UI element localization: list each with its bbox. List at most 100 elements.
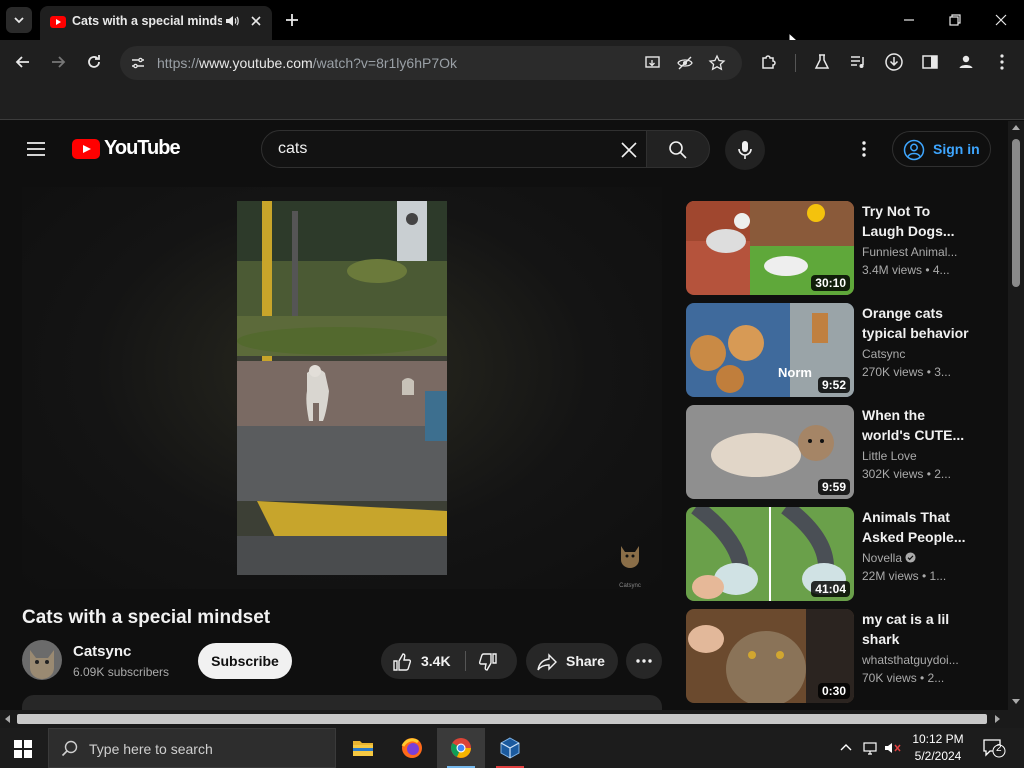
clear-search-icon[interactable] — [619, 140, 639, 160]
video-frame[interactable] — [237, 201, 447, 575]
download-icon[interactable] — [884, 52, 904, 72]
chevron-down-icon — [14, 17, 24, 24]
browser-toolbar: https://www.youtube.com/watch?v=8r1ly6hP… — [0, 40, 1024, 86]
youtube-favicon-icon — [50, 16, 66, 28]
hamburger-menu-icon[interactable] — [26, 140, 46, 158]
like-button[interactable]: 3.4K — [381, 643, 465, 679]
recommendation-meta: 3.4M views • 4... — [862, 263, 950, 277]
recommendation-thumbnail[interactable]: 9:59 — [686, 405, 854, 499]
recommendation-title[interactable]: When the world's CUTE... — [862, 405, 972, 445]
video-title: Cats with a special mindset — [22, 607, 271, 628]
dislike-button[interactable] — [466, 643, 517, 679]
toolbar-divider — [795, 54, 796, 72]
media-controls-icon[interactable] — [848, 52, 868, 72]
chrome-button[interactable] — [437, 728, 485, 768]
recommendation-channel[interactable]: Funniest Animal... — [862, 245, 972, 259]
channel-watermark[interactable]: Catsync — [617, 542, 643, 589]
windows-start-icon[interactable] — [14, 740, 32, 758]
youtube-logo[interactable]: YouTube — [72, 137, 181, 160]
vertical-scrollbar[interactable] — [1008, 121, 1024, 710]
recommendation-item[interactable]: Norm 9:52 Orange cats typical behavior C… — [686, 303, 986, 399]
close-tab-icon[interactable] — [248, 13, 264, 29]
voice-search-button[interactable] — [725, 130, 765, 170]
recommendation-item[interactable]: 30:10 Try Not To Laugh Dogs... Funniest … — [686, 201, 986, 297]
recommendation-channel[interactable]: Little Love — [862, 449, 972, 463]
recommendation-channel[interactable]: whatsthatguydoi... — [862, 653, 972, 667]
more-actions-button[interactable] — [626, 643, 662, 679]
video-duration: 0:30 — [817, 683, 850, 699]
video-player[interactable]: Catsync — [22, 187, 662, 589]
action-center-button[interactable]: 2 — [982, 738, 1006, 763]
extensions-puzzle-icon[interactable] — [759, 52, 779, 72]
search-button[interactable] — [646, 130, 710, 168]
network-icon[interactable] — [862, 740, 880, 756]
volume-muted-icon[interactable] — [884, 740, 902, 756]
taskbar-search-box[interactable]: Type here to search — [48, 728, 336, 768]
address-bar[interactable]: https://www.youtube.com/watch?v=8r1ly6hP… — [120, 46, 742, 80]
scroll-left-arrow-icon[interactable] — [5, 715, 10, 723]
video-duration: 30:10 — [811, 275, 850, 291]
scroll-down-arrow-icon[interactable] — [1012, 699, 1020, 704]
file-explorer-button[interactable] — [339, 728, 387, 768]
youtube-page: YouTube cats Sign in Catsync Cats with a… — [0, 121, 1008, 710]
bookmark-star-icon[interactable] — [708, 54, 726, 72]
reload-icon[interactable] — [84, 52, 104, 72]
recommendation-meta: 270K views • 3... — [862, 365, 951, 379]
recommendation-thumbnail[interactable]: 41:04 — [686, 507, 854, 601]
recommendation-item[interactable]: 9:59 When the world's CUTE... Little Lov… — [686, 405, 986, 501]
channel-name[interactable]: Catsync — [73, 643, 131, 660]
channel-name-text: Novella — [862, 551, 903, 565]
horizontal-scrollbar[interactable] — [0, 710, 1008, 728]
back-arrow-icon[interactable] — [13, 52, 33, 72]
vertical-scroll-thumb[interactable] — [1012, 139, 1020, 287]
minimize-window-icon[interactable] — [901, 10, 917, 30]
youtube-play-icon — [72, 138, 100, 159]
scroll-up-arrow-icon[interactable] — [1012, 125, 1020, 130]
sign-in-button[interactable]: Sign in — [892, 131, 991, 167]
restore-window-icon[interactable] — [947, 10, 963, 30]
recommendation-title[interactable]: Orange cats typical behavior — [862, 303, 972, 343]
recommendation-thumbnail[interactable]: 30:10 — [686, 201, 854, 295]
horizontal-scroll-thumb[interactable] — [17, 714, 987, 724]
recommendation-title[interactable]: my cat is a lil shark — [862, 609, 972, 649]
tab-title: Cats with a special mindset — [72, 14, 222, 28]
thumbs-up-icon — [393, 653, 412, 671]
forward-arrow-icon[interactable] — [48, 52, 68, 72]
share-label: Share — [566, 653, 605, 669]
virtualbox-button[interactable] — [486, 728, 534, 768]
eye-off-icon[interactable] — [676, 54, 694, 72]
firefox-button[interactable] — [388, 728, 436, 768]
show-hidden-icons-chevron-icon[interactable] — [838, 740, 854, 756]
thumbs-down-icon — [478, 653, 497, 671]
url-text: https://www.youtube.com/watch?v=8r1ly6hP… — [157, 55, 457, 71]
url-path: /watch?v=8r1ly6hP7Ok — [312, 55, 457, 71]
tab-search-button[interactable] — [6, 7, 32, 33]
recommendation-item[interactable]: 0:30 my cat is a lil shark whatsthatguyd… — [686, 609, 986, 705]
settings-kebab-icon[interactable] — [856, 140, 872, 158]
speaker-icon[interactable] — [224, 13, 240, 29]
install-app-icon[interactable] — [644, 54, 662, 72]
recommendation-item[interactable]: 41:04 Animals That Asked People... Novel… — [686, 507, 986, 603]
recommendation-channel[interactable]: Novella — [862, 551, 972, 565]
share-button[interactable]: Share — [526, 643, 618, 679]
recommendation-title[interactable]: Animals That Asked People... — [862, 507, 972, 547]
labs-flask-icon[interactable] — [812, 52, 832, 72]
browser-menu-kebab-icon[interactable] — [992, 52, 1012, 72]
description-box[interactable] — [22, 695, 662, 710]
browser-tab-active[interactable]: Cats with a special mindset — [40, 6, 272, 40]
recommendation-channel[interactable]: Catsync — [862, 347, 972, 361]
recommendation-title[interactable]: Try Not To Laugh Dogs... — [862, 201, 972, 241]
close-window-icon[interactable] — [993, 10, 1009, 30]
side-panel-icon[interactable] — [920, 52, 940, 72]
recommendation-thumbnail[interactable]: Norm 9:52 — [686, 303, 854, 397]
profile-icon[interactable] — [956, 52, 976, 72]
subscribe-button[interactable]: Subscribe — [198, 643, 292, 679]
recommendation-thumbnail[interactable]: 0:30 — [686, 609, 854, 703]
taskbar-clock[interactable]: 10:12 PM 5/2/2024 — [906, 731, 970, 765]
site-info-icon[interactable] — [130, 55, 146, 71]
search-input[interactable]: cats — [261, 130, 647, 168]
channel-avatar[interactable] — [22, 640, 62, 680]
scroll-right-arrow-icon[interactable] — [995, 715, 1000, 723]
new-tab-plus-icon[interactable] — [282, 10, 302, 30]
share-arrow-icon — [537, 653, 557, 671]
